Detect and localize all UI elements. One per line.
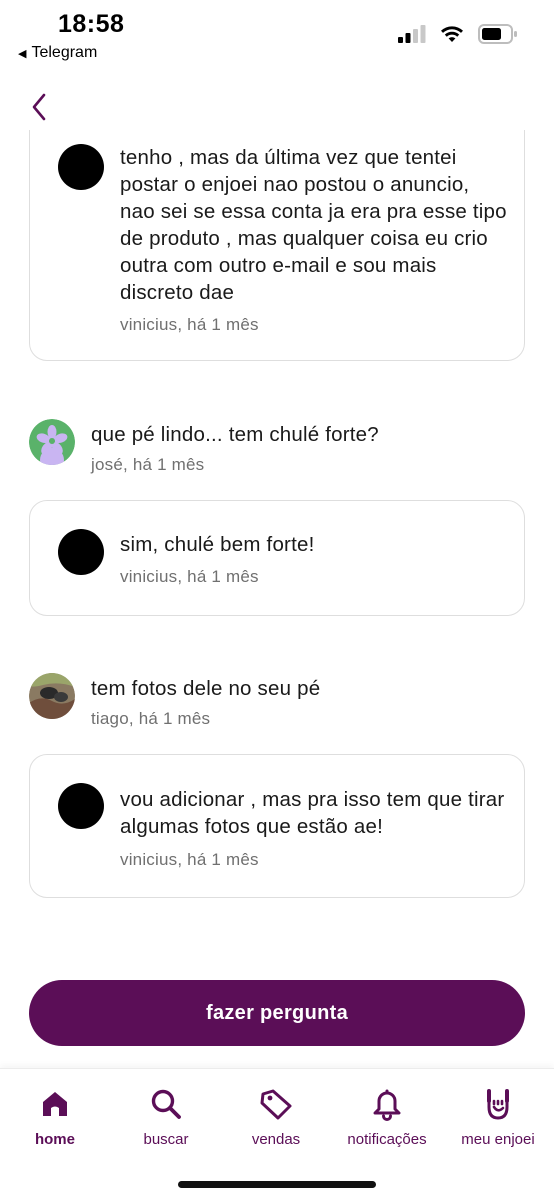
tab-notifications[interactable]: notificações [332, 1087, 442, 1148]
comments-list[interactable]: tenho , mas da última vez que tentei pos… [0, 130, 554, 1060]
reply-meta: vinicius, há 1 mês [120, 315, 259, 334]
back-button[interactable] [24, 90, 54, 124]
reply-text: tenho , mas da última vez que tentei pos… [120, 146, 507, 304]
seller-avatar [58, 529, 104, 575]
question-text: tem fotos dele no seu pé [91, 677, 321, 700]
flower-icon [29, 419, 75, 465]
seller-avatar [58, 144, 104, 190]
question-text: que pé lindo... tem chulé forte? [91, 423, 379, 446]
reply-text: sim, chulé bem forte! [120, 533, 315, 556]
screen: 18:58 ◀ Telegram tenho , mas da última v… [0, 0, 554, 1200]
tab-search[interactable]: buscar [111, 1087, 221, 1148]
reply-meta: vinicius, há 1 mês [120, 567, 259, 586]
reply-card: tenho , mas da última vez que tentei pos… [29, 130, 525, 361]
tab-sales[interactable]: vendas [221, 1087, 331, 1148]
tab-label: notificações [347, 1131, 427, 1148]
question-item: que pé lindo... tem chulé forte? josé, h… [29, 419, 525, 479]
question-meta: tiago, há 1 mês [91, 709, 211, 728]
rock-hand-icon [487, 1089, 509, 1120]
tab-label: buscar [143, 1131, 189, 1148]
back-to-app-link[interactable]: ◀ Telegram [18, 44, 97, 62]
ask-question-button[interactable]: fazer pergunta [29, 980, 525, 1046]
bell-icon [373, 1089, 401, 1121]
reply-text: vou adicionar , mas pra isso tem que tir… [120, 788, 505, 838]
question-meta: josé, há 1 mês [91, 455, 205, 474]
home-indicator[interactable] [178, 1181, 376, 1188]
tab-label: meu enjoei [461, 1131, 535, 1148]
back-triangle-icon: ◀ [18, 47, 27, 60]
battery-icon [478, 24, 517, 44]
status-time: 18:58 [58, 10, 125, 38]
reply-meta: vinicius, há 1 mês [120, 850, 259, 869]
signal-icon [398, 25, 426, 43]
tab-home[interactable]: home [0, 1087, 110, 1148]
home-icon [43, 1092, 67, 1116]
wifi-icon [441, 26, 463, 42]
tab-label: home [34, 1131, 75, 1148]
chevron-left-icon [32, 93, 46, 121]
seller-avatar [58, 783, 104, 829]
photo-avatar-image [29, 673, 75, 719]
photo-avatar [29, 673, 75, 719]
status-icons [398, 24, 518, 44]
back-app-label: Telegram [31, 44, 98, 61]
tag-icon [260, 1089, 292, 1120]
tab-my-enjoei[interactable]: meu enjoei [443, 1087, 553, 1148]
tab-label: vendas [251, 1131, 301, 1148]
reply-card: sim, chulé bem forte! vinicius, há 1 mês [29, 500, 525, 616]
reply-card: vou adicionar , mas pra isso tem que tir… [29, 754, 525, 898]
question-item: tem fotos dele no seu pé tiago, há 1 mês [29, 673, 525, 733]
search-icon [151, 1089, 181, 1119]
flower-avatar [29, 419, 75, 465]
